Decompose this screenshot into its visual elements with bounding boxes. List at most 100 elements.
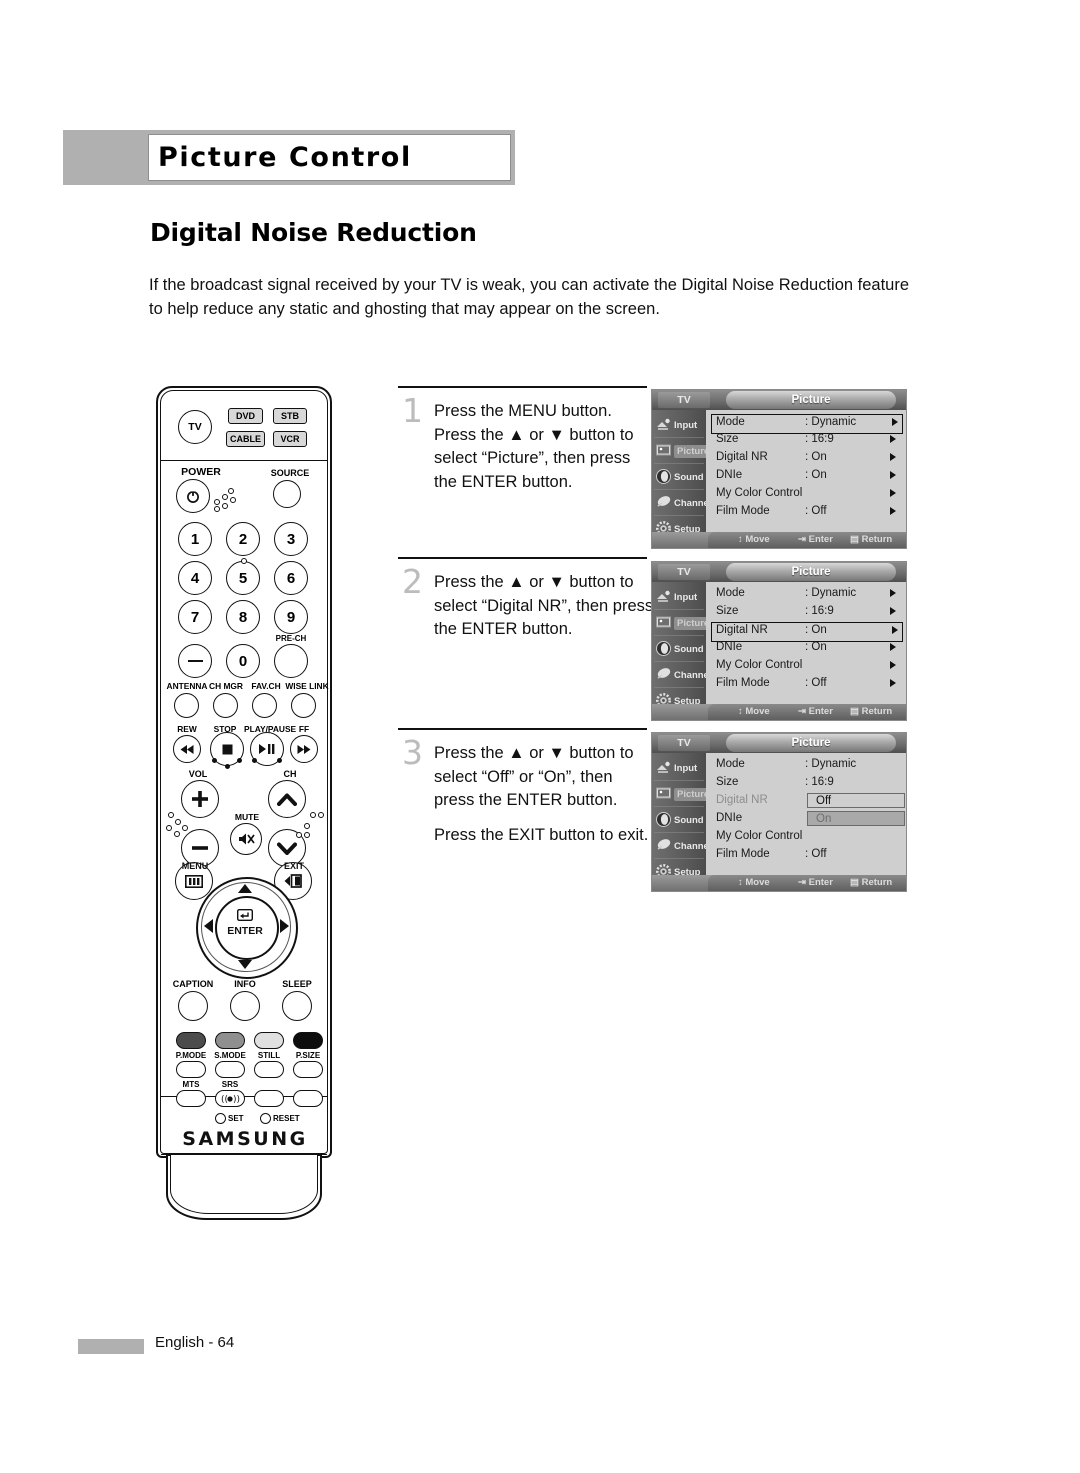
remote-key-2[interactable]: 2 bbox=[226, 522, 260, 556]
mute-label: MUTE bbox=[234, 812, 260, 822]
sleep-button[interactable] bbox=[282, 991, 312, 1021]
osd-option-on[interactable]: On bbox=[807, 811, 905, 826]
mute-button[interactable] bbox=[230, 823, 262, 855]
dpad-up-icon[interactable] bbox=[238, 884, 252, 893]
remote-key-4[interactable]: 4 bbox=[178, 561, 212, 595]
osd-sidebar-item-input[interactable]: Input bbox=[652, 412, 706, 438]
set-label: SET bbox=[228, 1114, 244, 1123]
osd-menu-row[interactable]: Mode: Dynamic bbox=[711, 414, 903, 434]
osd-menu-label: Mode bbox=[716, 416, 745, 428]
osd-hint-move: ↕ Move bbox=[738, 706, 770, 717]
osd-sidebar-item-sound[interactable]: Sound bbox=[652, 807, 706, 833]
smode-button[interactable] bbox=[215, 1061, 245, 1078]
osd-menu-row[interactable]: Digital NR Off bbox=[712, 793, 905, 810]
wiselink-button[interactable] bbox=[291, 693, 316, 718]
srs-button[interactable]: (()) bbox=[215, 1090, 245, 1107]
remote-key-6[interactable]: 6 bbox=[274, 561, 308, 595]
antenna-button[interactable] bbox=[174, 693, 199, 718]
osd-menu-value: : On bbox=[805, 641, 827, 653]
extra-button-4[interactable] bbox=[293, 1090, 323, 1107]
caption-button[interactable] bbox=[178, 991, 208, 1021]
osd-sidebar-item-picture[interactable]: Picture bbox=[652, 610, 713, 636]
extra-button-3[interactable] bbox=[254, 1090, 284, 1107]
osd-menu-row[interactable]: My Color Control bbox=[712, 829, 900, 846]
osd-menu-row[interactable]: Size: 16:9 bbox=[712, 775, 900, 792]
osd-sidebar-item-sound[interactable]: Sound bbox=[652, 636, 706, 662]
remote-key-prech[interactable] bbox=[274, 644, 308, 678]
chevron-right-icon bbox=[890, 489, 896, 497]
color-key-red[interactable] bbox=[176, 1032, 206, 1049]
remote-button-cable[interactable]: CABLE bbox=[226, 431, 265, 447]
pmode-button[interactable] bbox=[176, 1061, 206, 1078]
still-button[interactable] bbox=[254, 1061, 284, 1078]
osd-menu-row[interactable]: Film Mode: Off bbox=[712, 847, 900, 864]
osd-hint-move: ↕ Move bbox=[738, 534, 770, 545]
dpad-right-icon[interactable] bbox=[280, 919, 289, 933]
osd-menu-row[interactable]: Size: 16:9 bbox=[712, 604, 900, 621]
fast-forward-button[interactable] bbox=[290, 735, 318, 763]
input-jack-icon bbox=[655, 759, 672, 776]
rewind-button[interactable] bbox=[173, 735, 201, 763]
ir-dot bbox=[168, 812, 174, 818]
osd-menu-row[interactable]: DNIe On bbox=[712, 811, 905, 828]
color-key-yellow[interactable] bbox=[254, 1032, 284, 1049]
favch-button[interactable] bbox=[252, 693, 277, 718]
osd-menu-row[interactable]: Mode: Dynamic bbox=[712, 586, 900, 603]
osd-sidebar-item-picture[interactable]: Picture bbox=[652, 781, 713, 807]
remote-button-stb-label: STB bbox=[281, 411, 299, 421]
source-button[interactable] bbox=[273, 480, 301, 508]
osd-menu-label: Film Mode bbox=[716, 505, 770, 517]
chevron-right-icon bbox=[890, 507, 896, 515]
osd-option-off[interactable]: Off bbox=[807, 793, 905, 808]
vol-label: VOL bbox=[188, 769, 208, 779]
color-key-blue[interactable] bbox=[293, 1032, 323, 1049]
remote-key-9[interactable]: 9 bbox=[274, 600, 308, 634]
remote-key-0[interactable]: 0 bbox=[226, 644, 260, 678]
remote-key-3[interactable]: 3 bbox=[274, 522, 308, 556]
updown-arrow-icon: ↕ bbox=[738, 877, 743, 888]
osd-sidebar-item-input[interactable]: Input bbox=[652, 584, 706, 610]
osd-sidebar-item-picture[interactable]: Picture bbox=[652, 438, 713, 464]
psize-button[interactable] bbox=[293, 1061, 323, 1078]
channel-up-button[interactable] bbox=[268, 780, 306, 818]
chevron-up-icon bbox=[277, 793, 297, 806]
osd-menu-row[interactable]: DNIe: On bbox=[712, 640, 900, 657]
osd-sidebar-item-input[interactable]: Input bbox=[652, 755, 706, 781]
osd-menu-list: Mode: Dynamic Size: 16:9 Digital NR: On DNI… bbox=[706, 582, 906, 704]
mts-button[interactable] bbox=[176, 1090, 206, 1107]
remote-button-vcr[interactable]: VCR bbox=[273, 431, 307, 447]
osd-sidebar-item-channel[interactable]: Channel bbox=[652, 662, 711, 688]
reset-button[interactable] bbox=[260, 1113, 271, 1124]
set-button[interactable] bbox=[215, 1113, 226, 1124]
remote-button-dvd[interactable]: DVD bbox=[228, 408, 263, 424]
chmgr-button[interactable] bbox=[213, 693, 238, 718]
power-button[interactable] bbox=[176, 479, 210, 513]
osd-title: Picture bbox=[791, 566, 831, 578]
osd-sidebar-item-channel[interactable]: Channel bbox=[652, 490, 711, 516]
info-button[interactable] bbox=[230, 991, 260, 1021]
osd-menu-row[interactable]: Size: 16:9 bbox=[712, 432, 900, 449]
osd-menu-row[interactable]: Film Mode: Off bbox=[712, 504, 900, 521]
ir-dot bbox=[318, 812, 324, 818]
color-key-green[interactable] bbox=[215, 1032, 245, 1049]
osd-menu-row[interactable]: Digital NR: On bbox=[711, 622, 903, 642]
osd-menu-row[interactable]: Mode: Dynamic bbox=[712, 757, 900, 774]
osd-menu-row[interactable]: Film Mode: Off bbox=[712, 676, 900, 693]
remote-key-7[interactable]: 7 bbox=[178, 600, 212, 634]
osd-menu-row[interactable]: DNIe: On bbox=[712, 468, 900, 485]
volume-up-button[interactable] bbox=[181, 780, 219, 818]
osd-menu-row[interactable]: My Color Control bbox=[712, 658, 900, 675]
remote-key-8[interactable]: 8 bbox=[226, 600, 260, 634]
osd-sidebar-item-sound[interactable]: Sound bbox=[652, 464, 706, 490]
dpad-down-icon[interactable] bbox=[238, 960, 252, 969]
chevron-right-icon bbox=[892, 626, 898, 634]
osd-menu-row[interactable]: Digital NR: On bbox=[712, 450, 900, 467]
remote-key-dash[interactable] bbox=[178, 644, 212, 678]
remote-button-tv[interactable]: TV bbox=[178, 410, 212, 444]
remote-key-1[interactable]: 1 bbox=[178, 522, 212, 556]
dpad-left-icon[interactable] bbox=[204, 919, 213, 933]
osd-menu-row[interactable]: My Color Control bbox=[712, 486, 900, 503]
remote-key-5[interactable]: 5 bbox=[226, 561, 260, 595]
osd-sidebar-item-channel[interactable]: Channel bbox=[652, 833, 711, 859]
remote-button-stb[interactable]: STB bbox=[273, 408, 307, 424]
